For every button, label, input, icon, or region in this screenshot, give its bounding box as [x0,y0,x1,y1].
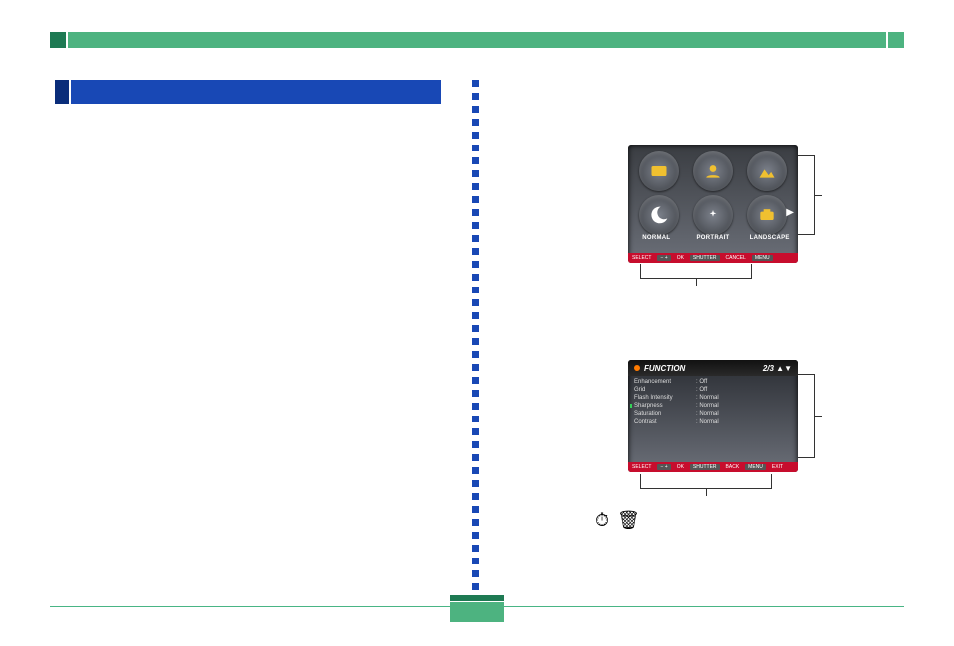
section-header-light [71,80,441,104]
function-row: Enhancement: Off [628,378,798,386]
guide-shutter: SHUTTER [690,255,720,261]
guide-menu: MENU [745,464,766,470]
mode-normal-icon [639,151,679,191]
top-accent-dark [50,32,66,48]
column-divider-dotted [472,80,479,590]
mode-landscape-icon [747,151,787,191]
lcd-function-menu: FUNCTION 2/3 ▲▼ Enhancement: Off Grid: O… [628,360,798,472]
guide-select: SELECT [632,255,651,261]
guide-cancel: CANCEL [726,255,746,261]
callout-bracket-bottom [640,474,772,489]
guide-ok: OK [677,464,684,470]
nav-right-icon: ▶ [786,207,794,218]
mode-label: PORTRAIT [685,235,742,241]
lcd-function-guide-bar: SELECT − + OK SHUTTER BACK MENU EXIT [628,462,798,472]
guide-menu: MENU [752,255,773,261]
guide-plusminus: − + [657,255,670,261]
function-row: Contrast: Normal [628,418,798,426]
mode-scene-icon [693,195,733,235]
function-row-selected: Sharpness: Normal [628,402,798,410]
page-number-chip [450,595,504,623]
self-timer-icon: ⏱ [595,510,609,531]
lcd-function-title: FUNCTION [644,364,685,373]
guide-plusminus: − + [657,464,670,470]
top-accent-bar [50,32,904,48]
guide-select: SELECT [632,464,651,470]
trash-icon: 🗑 [617,510,640,531]
top-accent-light [68,32,886,48]
callout-bracket-bottom [640,264,752,279]
mode-label: NORMAL [628,235,685,241]
guide-back: BACK [726,464,740,470]
function-row: Grid: Off [628,386,798,394]
guide-shutter: SHUTTER [690,464,720,470]
mode-nightscene-icon [639,195,679,235]
callout-bracket-right [798,374,815,458]
guide-ok: OK [677,255,684,261]
lcd-mode-guide-bar: SELECT − + OK SHUTTER CANCEL MENU [628,253,798,263]
guide-exit: EXIT [772,464,783,470]
inline-icons: ⏱ 🗑 [595,510,640,531]
mode-function-icon [747,195,787,235]
lcd-mode-menu: NORMAL PORTRAIT LANDSCAPE NIGHT SCENE SC… [628,145,798,263]
mode-label: LANDSCAPE [741,235,798,241]
section-header-dark [55,80,69,104]
callout-bracket-right [798,155,815,235]
function-row: Saturation: Normal [628,410,798,418]
mode-portrait-icon [693,151,733,191]
section-header-bar [55,80,441,104]
function-row: Flash Intensity: Normal [628,394,798,402]
lcd-function-page: 2/3 ▲▼ [763,364,792,373]
top-accent-right [888,32,904,48]
